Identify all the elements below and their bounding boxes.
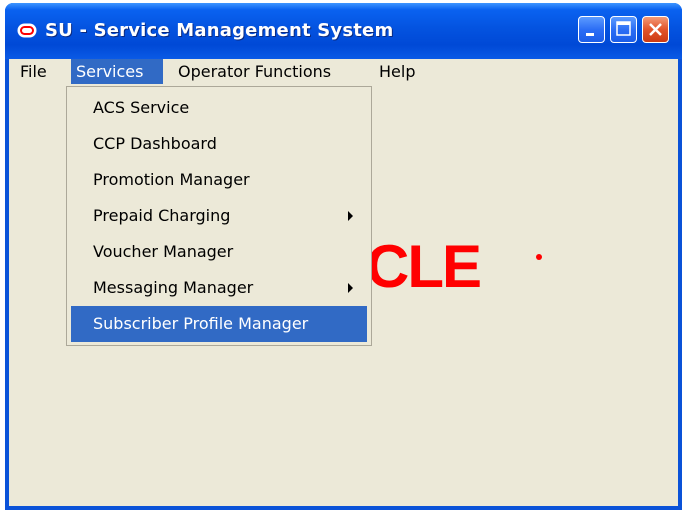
minimize-icon [586,33,594,36]
logo-registered-mark [536,254,542,260]
close-icon [649,23,662,36]
menu-operator-functions[interactable]: Operator Functions [173,59,336,84]
menu-item-label: Voucher Manager [93,242,234,261]
menu-item-label: ACS Service [93,98,190,117]
menu-item-ccp-dashboard[interactable]: CCP Dashboard [71,126,367,162]
services-dropdown-menu: ACS Service CCP Dashboard Promotion Mana… [66,86,372,346]
menu-item-label: Prepaid Charging [93,206,231,225]
menu-item-voucher-manager[interactable]: Voucher Manager [71,234,367,270]
minimize-button[interactable] [578,16,605,43]
menu-item-acs-service[interactable]: ACS Service [71,90,367,126]
oracle-o-icon [17,23,37,38]
title-bar[interactable]: SU - Service Management System [5,3,682,59]
menu-item-label: CCP Dashboard [93,134,217,153]
submenu-arrow-icon [348,211,353,221]
maximize-button[interactable] [610,16,637,43]
menu-item-subscriber-profile-manager[interactable]: Subscriber Profile Manager [71,306,367,342]
oracle-logo: CLE [366,233,482,300]
window-title: SU - Service Management System [45,20,394,41]
menu-item-messaging-manager[interactable]: Messaging Manager [71,270,367,306]
submenu-arrow-icon [348,283,353,293]
menu-help[interactable]: Help [374,59,420,84]
menu-bar: File Services Operator Functions Help [9,59,678,84]
menu-item-prepaid-charging[interactable]: Prepaid Charging [71,198,367,234]
menu-item-label: Promotion Manager [93,170,250,189]
menu-item-label: Subscriber Profile Manager [93,314,309,333]
menu-item-label: Messaging Manager [93,278,254,297]
menu-services[interactable]: Services [71,59,163,84]
menu-item-promotion-manager[interactable]: Promotion Manager [71,162,367,198]
maximize-icon [616,21,631,36]
close-button[interactable] [642,16,669,43]
menu-file[interactable]: File [15,59,52,84]
